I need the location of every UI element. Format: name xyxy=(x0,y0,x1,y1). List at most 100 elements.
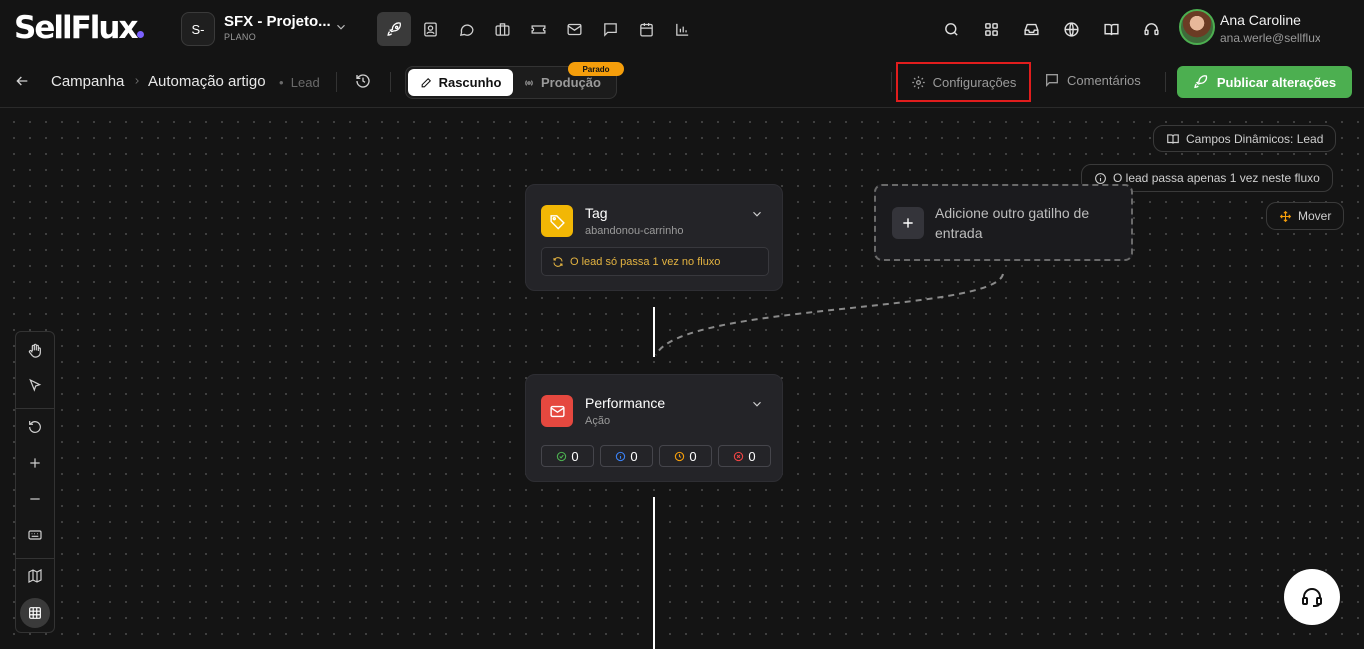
flow-canvas[interactable]: Campos Dinâmicos: Lead O lead passa apen… xyxy=(0,108,1364,649)
reset-icon[interactable] xyxy=(24,416,46,438)
plus-icon xyxy=(892,207,924,239)
back-arrow-icon[interactable] xyxy=(14,73,30,89)
dynamic-fields-label: Campos Dinâmicos: Lead xyxy=(1186,131,1324,146)
zoom-in-icon[interactable] xyxy=(24,452,46,474)
draft-label: Rascunho xyxy=(438,75,502,90)
breadcrumb-tag: • Lead xyxy=(279,75,320,90)
grid-icon[interactable] xyxy=(20,598,50,628)
chat-icon[interactable] xyxy=(449,12,483,46)
divider xyxy=(336,72,337,92)
calendar-icon[interactable] xyxy=(629,12,663,46)
zoom-out-icon[interactable] xyxy=(24,488,46,510)
map-icon[interactable] xyxy=(24,565,46,587)
book-icon[interactable] xyxy=(1094,12,1128,46)
x-circle-icon xyxy=(734,451,744,461)
hand-icon[interactable] xyxy=(24,340,46,362)
headset-icon[interactable] xyxy=(1134,12,1168,46)
top-bar: SellFlux S- SFX - Projeto... PLANO Ana C… xyxy=(0,0,1364,56)
stat-value: 0 xyxy=(748,448,756,464)
breadcrumb-automation[interactable]: Automação artigo xyxy=(148,73,266,90)
globe-icon[interactable] xyxy=(1054,12,1088,46)
stat-pending[interactable]: 0 xyxy=(659,445,712,467)
divider xyxy=(16,408,54,409)
divider xyxy=(390,72,391,92)
node-subtitle: abandonou-carrinho xyxy=(585,225,684,237)
message-icon[interactable] xyxy=(593,12,627,46)
divider xyxy=(1165,72,1166,92)
mail-icon[interactable] xyxy=(557,12,591,46)
info-circle-icon xyxy=(616,451,626,461)
header-actions xyxy=(934,12,1174,46)
move-icon xyxy=(1279,210,1292,222)
headset-icon xyxy=(1302,588,1322,607)
tag-icon xyxy=(541,205,573,237)
stat-success[interactable]: 0 xyxy=(541,445,594,467)
project-avatar-text: S- xyxy=(191,21,205,37)
ticket-icon[interactable] xyxy=(521,12,555,46)
history-icon[interactable] xyxy=(355,73,371,89)
dynamic-fields-button[interactable]: Campos Dinâmicos: Lead xyxy=(1153,125,1337,152)
publish-label: Publicar alterações xyxy=(1216,74,1337,90)
node-stats: 0 0 0 0 xyxy=(541,445,771,467)
pointer-icon[interactable] xyxy=(24,375,46,397)
chevron-right-icon xyxy=(132,75,142,87)
settings-button[interactable]: Configurações xyxy=(896,62,1031,102)
divider xyxy=(891,72,892,92)
clock-icon xyxy=(675,451,685,461)
check-circle-icon xyxy=(557,451,567,461)
rocket-icon xyxy=(1194,75,1208,89)
add-trigger-label: Adicione outro gatilho de entrada xyxy=(935,205,1090,241)
settings-label: Configurações xyxy=(932,74,1017,90)
action-node[interactable]: Performance Ação 0 0 0 0 xyxy=(525,374,783,482)
search-icon[interactable] xyxy=(934,12,968,46)
flow-toolbar: Campanha Automação artigo • Lead Rascunh… xyxy=(0,56,1364,108)
inbox-icon[interactable] xyxy=(1014,12,1048,46)
sellflux-logo[interactable]: SellFlux xyxy=(14,10,145,46)
gear-icon xyxy=(911,75,925,89)
avatar[interactable] xyxy=(1179,9,1215,45)
broadcast-icon xyxy=(525,79,533,86)
trigger-node[interactable]: Tag abandonou-carrinho O lead só passa 1… xyxy=(525,184,783,291)
support-button[interactable] xyxy=(1284,569,1340,625)
stat-value: 0 xyxy=(689,448,697,464)
stat-info[interactable]: 0 xyxy=(600,445,653,467)
stat-error[interactable]: 0 xyxy=(718,445,771,467)
node-title: Performance xyxy=(585,395,666,411)
mail-icon xyxy=(541,395,573,427)
briefcase-icon[interactable] xyxy=(485,12,519,46)
publish-button[interactable]: Publicar alterações xyxy=(1177,66,1352,98)
book-icon xyxy=(1167,133,1179,144)
main-nav xyxy=(377,12,701,46)
move-label: Mover xyxy=(1298,209,1332,223)
user-email: ana.werle@sellflux... xyxy=(1220,31,1320,45)
lead-once-info-text: O lead passa apenas 1 vez neste fluxo xyxy=(1113,171,1320,185)
project-avatar[interactable]: S- xyxy=(181,12,215,46)
keyboard-icon[interactable] xyxy=(24,524,46,546)
draft-mode-button[interactable]: Rascunho xyxy=(408,69,513,96)
rocket-icon[interactable] xyxy=(377,12,411,46)
status-badge: Parado xyxy=(568,62,624,76)
project-name[interactable]: SFX - Projeto... xyxy=(224,13,331,30)
user-name: Ana Caroline xyxy=(1220,12,1301,28)
apps-icon[interactable] xyxy=(974,12,1008,46)
comments-button[interactable]: Comentários xyxy=(1044,72,1141,88)
contact-icon[interactable] xyxy=(413,12,447,46)
pencil-icon xyxy=(421,77,431,88)
node-subtitle: Ação xyxy=(585,415,611,427)
add-trigger-button[interactable]: Adicione outro gatilho de entrada xyxy=(874,184,1133,261)
move-button[interactable]: Mover xyxy=(1266,202,1345,230)
node-title: Tag xyxy=(585,205,608,221)
chevron-down-icon[interactable] xyxy=(750,397,764,411)
chevron-down-icon[interactable] xyxy=(334,20,348,34)
chevron-down-icon[interactable] xyxy=(750,207,764,221)
comments-label: Comentários xyxy=(1067,72,1141,88)
breadcrumb-tag-text: Lead xyxy=(290,75,320,90)
stat-value: 0 xyxy=(571,448,579,464)
breadcrumb-campaign[interactable]: Campanha xyxy=(51,73,124,90)
chart-icon[interactable] xyxy=(665,12,699,46)
lead-once-note-text: O lead só passa 1 vez no fluxo xyxy=(570,255,721,268)
lead-once-note: O lead só passa 1 vez no fluxo xyxy=(541,247,769,276)
divider xyxy=(16,558,54,559)
production-label: Produção xyxy=(541,75,601,90)
stat-value: 0 xyxy=(630,448,638,464)
